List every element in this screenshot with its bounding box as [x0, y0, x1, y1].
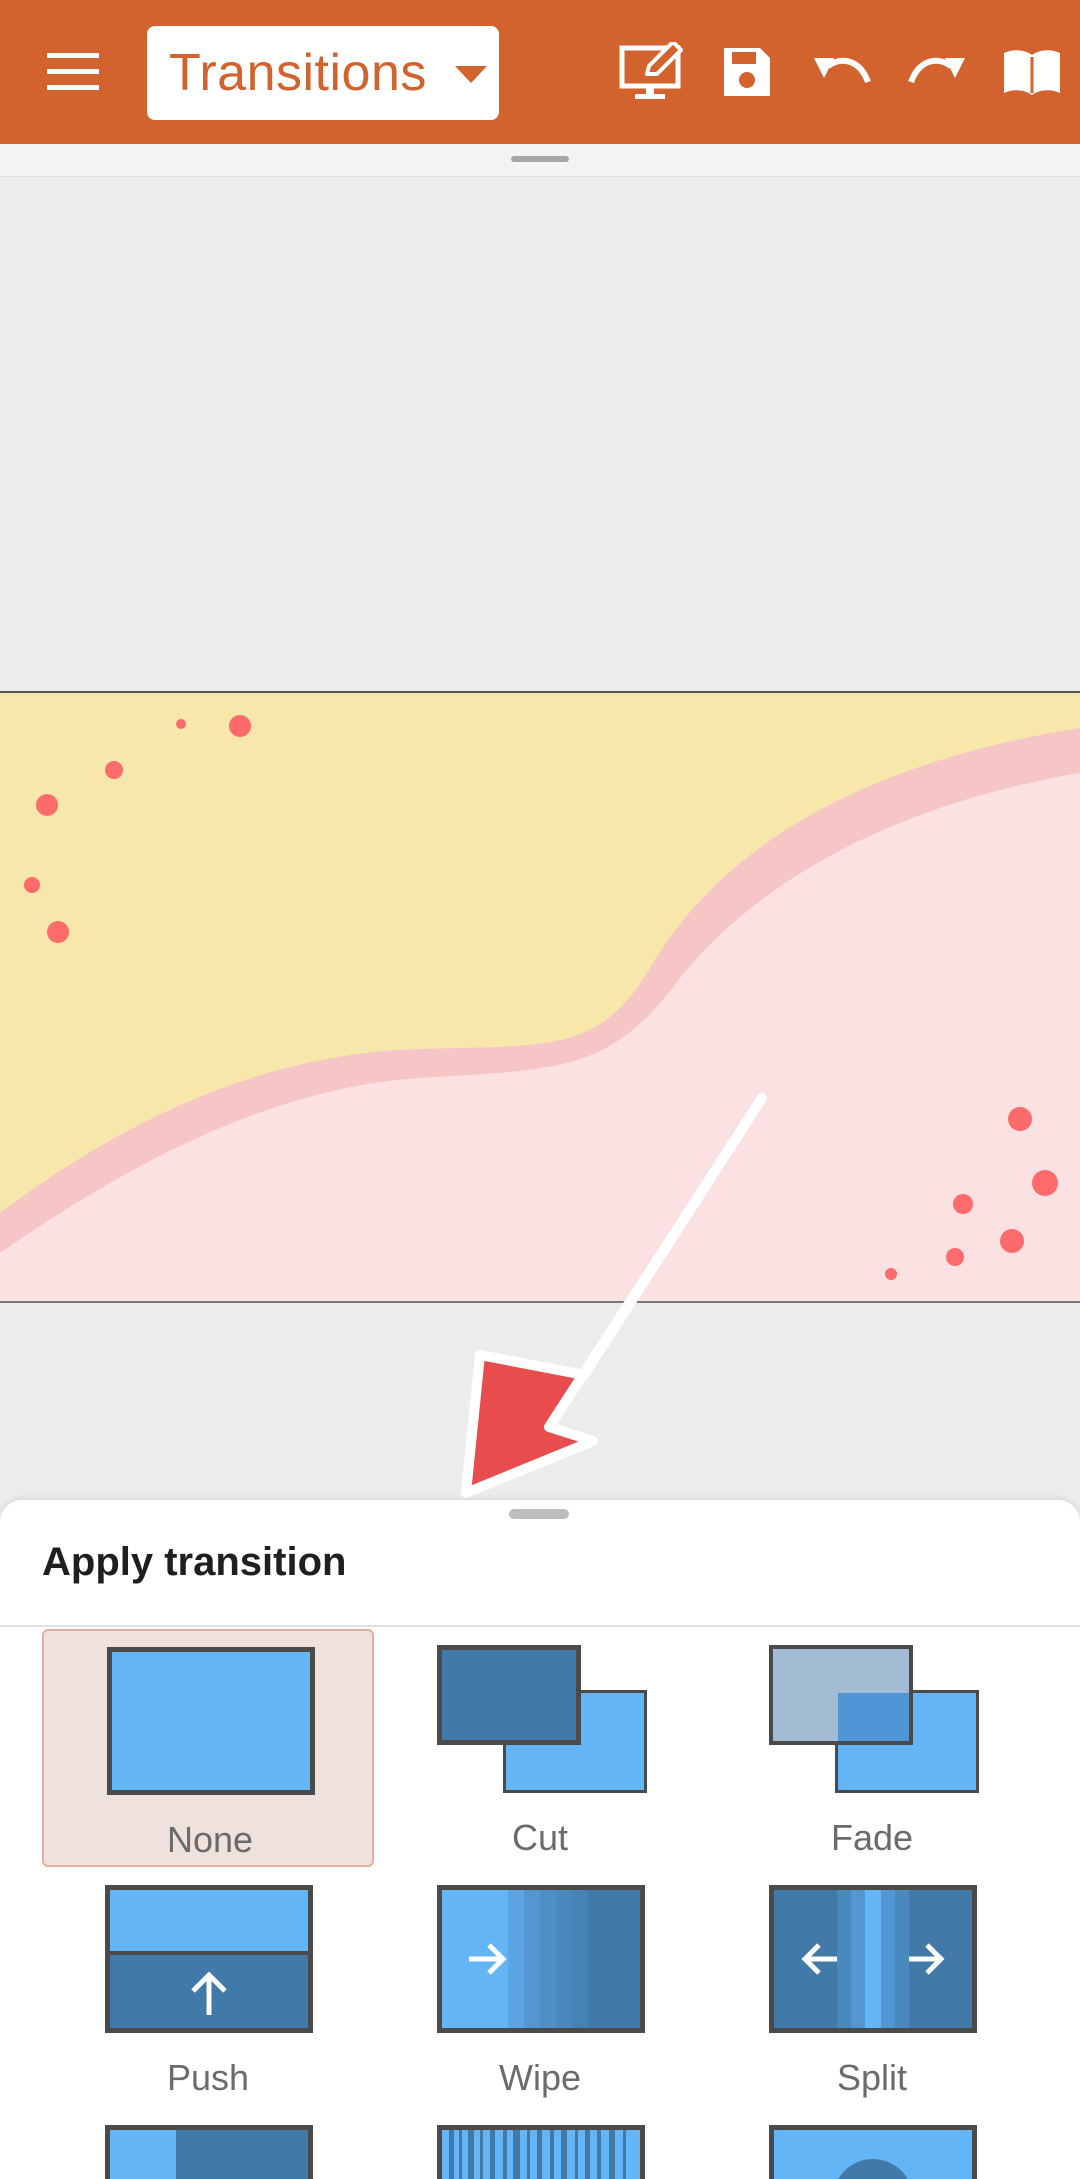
present-edit-button[interactable] [602, 22, 702, 122]
transition-cut-icon [437, 1645, 647, 1793]
decor-dot [1000, 1229, 1024, 1253]
transition-push[interactable]: Push [42, 1869, 374, 2107]
decor-dot [36, 794, 58, 816]
save-icon [724, 48, 770, 96]
undo-button[interactable] [792, 22, 892, 122]
save-button[interactable] [697, 22, 797, 122]
transition-none-icon [107, 1647, 315, 1795]
menu-icon [47, 53, 99, 90]
decor-dot [885, 1268, 897, 1280]
transition-cut[interactable]: Cut [374, 1629, 706, 1867]
redo-button[interactable] [887, 22, 987, 122]
transition-label: Cut [511, 1817, 569, 1858]
slide-panel-bar [0, 144, 1080, 177]
decor-dot [105, 761, 123, 779]
transition-label: Split [836, 2057, 908, 2098]
transition-label: None [166, 1819, 254, 1860]
decor-dot [1032, 1170, 1058, 1196]
sheet-drag-handle[interactable] [509, 1509, 569, 1519]
transition-cover[interactable] [42, 2109, 374, 2179]
transition-fade-icon [769, 1645, 979, 1793]
decor-dot [229, 715, 251, 737]
menu-button[interactable] [23, 22, 123, 122]
decor-dot [1008, 1107, 1032, 1131]
decor-dot [953, 1194, 973, 1214]
transition-label: Wipe [498, 2057, 582, 2098]
present-edit-icon [619, 42, 683, 99]
transition-wipe-icon [437, 1885, 645, 2033]
transition-bars-icon [437, 2125, 645, 2179]
transition-circle-icon [769, 2125, 977, 2179]
mode-dropdown[interactable]: Transitions [147, 26, 499, 120]
decor-dot [24, 877, 40, 893]
transition-push-icon [105, 1885, 313, 2033]
divider [0, 1625, 1080, 1627]
decor-dot [946, 1248, 964, 1266]
sheet-title: Apply transition [42, 1540, 347, 1584]
transition-label: Fade [830, 1817, 914, 1858]
decor-dot [47, 921, 69, 943]
slide-canvas[interactable] [0, 691, 1080, 1303]
transition-none[interactable]: None [42, 1629, 374, 1867]
undo-icon [814, 57, 871, 84]
transition-fade[interactable]: Fade [706, 1629, 1038, 1867]
mode-dropdown-label: Transitions [169, 44, 427, 102]
book-icon [1004, 50, 1060, 95]
slide-background-graphic [0, 693, 1080, 1301]
decor-dot [176, 719, 186, 729]
chevron-down-icon [455, 66, 487, 83]
transition-split[interactable]: Split [706, 1869, 1038, 2107]
redo-icon [908, 57, 965, 84]
drag-handle[interactable] [511, 156, 569, 162]
transition-bars[interactable] [374, 2109, 706, 2179]
transition-wipe[interactable]: Wipe [374, 1869, 706, 2107]
transition-circle[interactable] [706, 2109, 1038, 2179]
transition-split-icon [769, 1885, 977, 2033]
transition-label: Push [166, 2057, 250, 2098]
transition-cover-icon [105, 2125, 313, 2179]
top-toolbar: Transitions [0, 0, 1080, 144]
transition-sheet: Apply transition None Cut Fade Push Wipe… [0, 1500, 1080, 2179]
book-button[interactable] [982, 22, 1080, 122]
